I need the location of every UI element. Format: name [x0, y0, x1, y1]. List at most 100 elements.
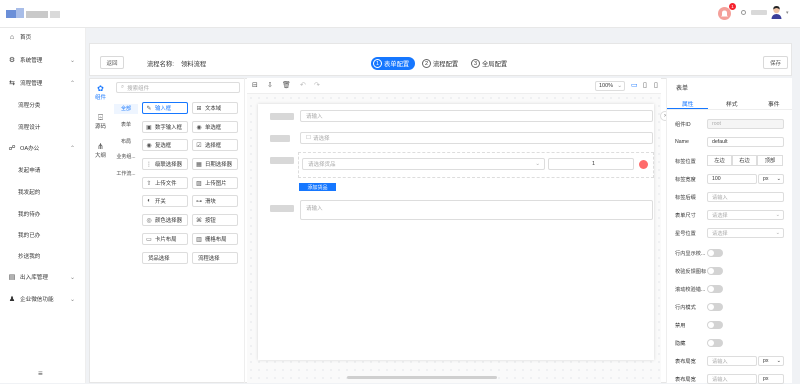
component-process-select[interactable]: 流程选择 — [192, 252, 238, 264]
field-label-placeholder — [270, 205, 294, 212]
component-textarea[interactable]: ⊞ 文本域 — [192, 102, 238, 114]
component-checkbox[interactable]: ◉ 复选框 — [142, 139, 188, 151]
zoom-select[interactable]: 100% ⌄ — [595, 81, 625, 91]
preview-icon[interactable]: ⊟ — [252, 81, 258, 89]
component-radio[interactable]: ◉ 单选框 — [192, 121, 238, 133]
user-menu-chevron-icon[interactable]: ▾ — [786, 10, 789, 16]
layout-width-field[interactable]: 请输入 — [707, 356, 757, 366]
label-suffix-field[interactable]: 请输入 — [707, 192, 784, 202]
category-layout[interactable]: 布局 — [114, 138, 138, 145]
tab-source[interactable]: ⌹ 源码 — [89, 113, 112, 130]
prop-label: 标签后缀 — [675, 195, 696, 201]
form-name-field[interactable]: default — [707, 137, 784, 147]
undo-icon[interactable]: ↶ — [300, 81, 306, 89]
prop-label: 校验反馈图标 — [675, 269, 707, 275]
text-input-field[interactable]: 请输入 — [300, 110, 653, 122]
sidebar-item-process-category[interactable]: 流程分类 — [0, 98, 86, 112]
tab-form-config[interactable]: 1 表单配置 — [371, 57, 416, 70]
panel-title: 表单 — [676, 86, 689, 92]
back-button[interactable]: 返回 — [100, 56, 124, 69]
horizontal-scrollbar[interactable] — [347, 376, 497, 379]
switch-icon: ◐ — [147, 198, 151, 204]
settings-icon[interactable] — [741, 10, 746, 15]
select-icon: ☐ — [306, 135, 311, 141]
category-business[interactable]: 业务组... — [114, 153, 138, 160]
chevron-down-icon: ⌄ — [617, 83, 622, 89]
sidebar-item-process[interactable]: ⇆ 流程管理 ⌃ — [0, 76, 86, 90]
sidebar-item-cc-me[interactable]: 抄送我的 — [0, 249, 86, 263]
category-workflow[interactable]: 工作流... — [114, 170, 138, 177]
form-size-select[interactable]: 请选择 ⌄ — [707, 210, 784, 220]
sidebar-item-my-todo[interactable]: 我的待办 — [0, 207, 86, 221]
sidebar-item-oa[interactable]: ☍ OA办公 ⌃ — [0, 141, 86, 155]
delete-icon[interactable]: 🗑 — [282, 81, 291, 89]
remove-row-icon[interactable] — [639, 160, 648, 169]
label-position-right[interactable]: 右边 — [732, 155, 757, 166]
step-number: 1 — [373, 59, 382, 68]
goods-select-field[interactable]: 请选择货品 ⌄ — [302, 158, 545, 170]
sidebar-item-process-design[interactable]: 流程设计 — [0, 120, 86, 134]
component-grid[interactable]: ▥ 栅格布局 — [192, 233, 238, 245]
category-all[interactable]: 全部 — [114, 104, 138, 114]
component-select[interactable]: ☑ 选择框 — [192, 139, 238, 151]
upload-icon: ⇧ — [146, 180, 152, 187]
import-icon[interactable]: ⇩ — [267, 81, 273, 89]
scroll-to-error-toggle[interactable] — [707, 285, 723, 293]
component-upload-image[interactable]: ▨ 上传图片 — [192, 177, 238, 189]
component-slider[interactable]: ⊶ 滑块 — [192, 195, 238, 207]
add-goods-button[interactable]: 添加货品 — [299, 183, 336, 191]
component-cascader[interactable]: ⋮ 级联选择器 — [142, 158, 188, 170]
inline-message-toggle[interactable] — [707, 249, 723, 257]
sidebar-item-my-started[interactable]: 我发起的 — [0, 185, 86, 199]
sidebar-item-home[interactable]: ⌂ 首页 — [0, 30, 86, 44]
desktop-view-icon[interactable]: ▭ — [631, 81, 638, 89]
redo-icon[interactable]: ↷ — [314, 81, 320, 89]
tab-styles[interactable]: 样式 — [726, 99, 738, 108]
tablet-view-icon[interactable]: ▯ — [643, 81, 647, 89]
chevron-down-icon: ⌄ — [535, 161, 540, 167]
label-width-unit-select[interactable]: px ⌄ — [758, 174, 784, 184]
component-search-input[interactable]: ⌕ 搜索组件 — [116, 82, 240, 93]
asterisk-position-select[interactable]: 请选择 ⌄ — [707, 228, 784, 238]
tab-properties[interactable]: 属性 — [682, 99, 694, 108]
tab-process-config[interactable]: 2 流程配置 — [422, 57, 458, 70]
status-icon-toggle[interactable] — [707, 267, 723, 275]
component-color[interactable]: ◎ 颜色选择器 — [142, 214, 188, 226]
label-position-top[interactable]: 顶部 — [757, 155, 783, 166]
sidebar-item-warehouse[interactable]: ▤ 出入库管理 ⌄ — [0, 270, 86, 284]
component-number[interactable]: ▣ 数字输入框 — [142, 121, 188, 133]
component-input[interactable]: ✎ 输入框 — [142, 102, 188, 114]
sidebar-item-my-done[interactable]: 我的已办 — [0, 228, 86, 242]
app-logo — [6, 8, 60, 20]
component-card[interactable]: ▭ 卡片布局 — [142, 233, 188, 245]
mobile-view-icon[interactable]: ▯ — [654, 81, 658, 89]
textarea-field[interactable]: 请输入 — [300, 200, 653, 220]
save-button[interactable]: 保存 — [763, 56, 788, 69]
avatar-icon[interactable] — [770, 5, 783, 20]
tab-components[interactable]: ✿ 组件 — [89, 84, 112, 101]
component-button[interactable]: ⌘ 按钮 — [192, 214, 238, 226]
label-width-field[interactable]: 100 — [707, 174, 757, 184]
inline-mode-toggle[interactable] — [707, 303, 723, 311]
tab-events[interactable]: 事件 — [768, 99, 780, 108]
component-upload-file[interactable]: ⇧ 上传文件 — [142, 177, 188, 189]
disabled-toggle[interactable] — [707, 321, 723, 329]
label-position-left[interactable]: 左边 — [707, 155, 732, 166]
sidebar-item-wechat[interactable]: ♟ 企业微信功能 ⌄ — [0, 292, 86, 306]
hidden-toggle[interactable] — [707, 339, 723, 347]
tab-global-config[interactable]: 3 全局配置 — [471, 57, 507, 70]
component-goods-select[interactable]: 货品选择 — [142, 252, 188, 264]
prop-label: 表布局宽 — [675, 377, 696, 383]
sidebar-item-system[interactable]: ⚙ 系统管理 ⌄ — [0, 53, 86, 67]
category-form[interactable]: 表单 — [114, 121, 138, 128]
select-field[interactable]: ☐ 请选择 — [300, 132, 653, 144]
layout-width-unit-select[interactable]: px ⌄ — [758, 356, 784, 366]
component-switch[interactable]: ◐ 开关 — [142, 195, 188, 207]
collapse-menu-icon[interactable]: ≡ — [38, 369, 43, 378]
quantity-stepper[interactable]: 1 — [548, 158, 634, 170]
chevron-down-icon: ⌄ — [69, 296, 75, 303]
sidebar-item-apply[interactable]: 发起申请 — [0, 163, 86, 177]
tab-outline[interactable]: ⋔ 大纲 — [89, 142, 112, 159]
component-date[interactable]: ▦ 日期选择器 — [192, 158, 238, 170]
chevron-down-icon: ⌄ — [776, 358, 781, 364]
